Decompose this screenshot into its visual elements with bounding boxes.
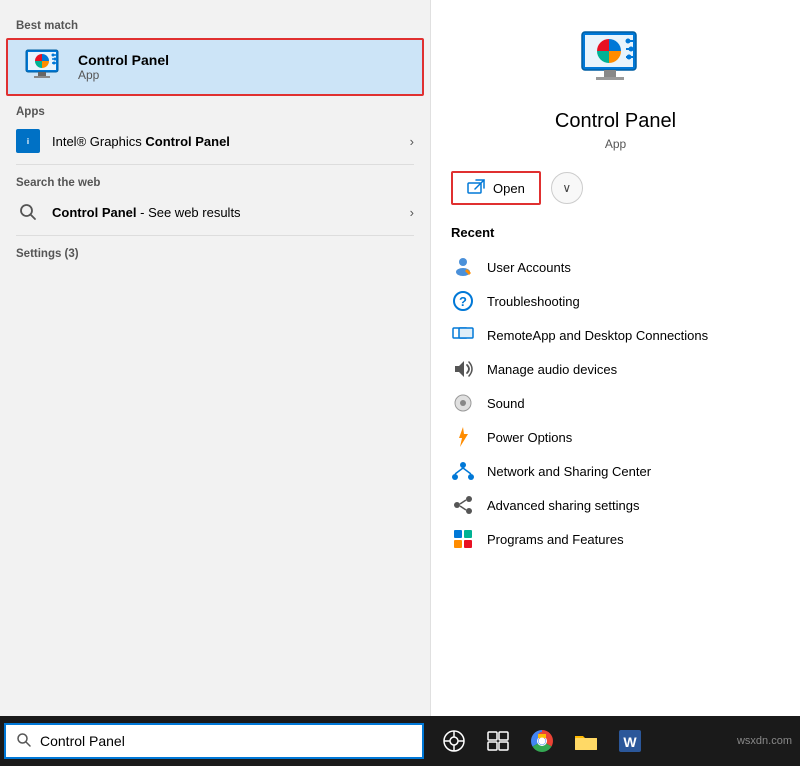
search-web-label: Search the web (0, 169, 430, 193)
recent-item-network[interactable]: Network and Sharing Center (451, 454, 780, 488)
recent-item-remoteapp[interactable]: RemoteApp and Desktop Connections (451, 318, 780, 352)
recent-item-sound-label: Sound (487, 396, 525, 411)
programs-icon (451, 527, 475, 551)
search-web-bold: Control Panel (52, 205, 137, 220)
recent-item-sound[interactable]: Sound (451, 386, 780, 420)
expand-button[interactable]: ∨ (551, 172, 583, 204)
open-button-container: Open ∨ (451, 171, 780, 205)
recent-item-troubleshooting[interactable]: ? Troubleshooting (451, 284, 780, 318)
best-match-title: Control Panel (78, 52, 169, 68)
search-icon (16, 200, 40, 224)
remoteapp-icon (451, 323, 475, 347)
taskbar-search-bar[interactable]: Control Panel (4, 723, 424, 759)
control-panel-icon-large (24, 48, 66, 86)
user-accounts-icon (451, 255, 475, 279)
file-explorer-button[interactable] (566, 721, 606, 761)
right-panel: Control Panel App Open ∨ Recent (430, 0, 800, 716)
recent-item-network-label: Network and Sharing Center (487, 464, 651, 479)
app-detail-icon (580, 30, 652, 94)
intel-app-item[interactable]: i Intel® Graphics Control Panel › (0, 122, 430, 160)
recent-item-advanced-sharing[interactable]: Advanced sharing settings (451, 488, 780, 522)
recent-item-advanced-sharing-label: Advanced sharing settings (487, 498, 639, 513)
snap-layout-button[interactable] (478, 721, 518, 761)
recent-items-list: User Accounts ? Troubleshooting (451, 250, 780, 556)
intel-arrow-icon: › (410, 134, 414, 149)
recent-item-programs-label: Programs and Features (487, 532, 624, 547)
recent-item-programs[interactable]: Programs and Features (451, 522, 780, 556)
task-view-button[interactable] (434, 721, 474, 761)
best-match-item[interactable]: Control Panel App (6, 38, 424, 96)
word-button[interactable]: W (610, 721, 650, 761)
best-match-label: Best match (0, 12, 430, 36)
svg-text:W: W (623, 734, 637, 750)
wsxdn-text: wsxdn.com (737, 735, 800, 747)
recent-item-user-accounts[interactable]: User Accounts (451, 250, 780, 284)
search-web-label-text: Control Panel - See web results (52, 205, 410, 220)
left-panel: Best match (0, 0, 430, 716)
divider-2 (16, 235, 414, 236)
network-icon (451, 459, 475, 483)
taskbar: Control Panel (0, 716, 800, 766)
recent-item-audio-label: Manage audio devices (487, 362, 617, 377)
advanced-sharing-icon (451, 493, 475, 517)
best-match-subtitle: App (78, 68, 169, 82)
recent-item-user-accounts-label: User Accounts (487, 260, 571, 275)
intel-icon: i (16, 129, 40, 153)
open-icon (467, 179, 485, 197)
sound-icon (451, 391, 475, 415)
app-detail-type: App (451, 137, 780, 151)
recent-item-audio[interactable]: Manage audio devices (451, 352, 780, 386)
svg-text:?: ? (459, 294, 467, 309)
open-label: Open (493, 181, 525, 196)
troubleshooting-icon: ? (451, 289, 475, 313)
search-web-arrow-icon: › (410, 205, 414, 220)
recent-label: Recent (451, 225, 780, 240)
taskbar-search-text: Control Panel (40, 733, 125, 749)
audio-icon (451, 357, 475, 381)
intel-app-label: Intel® Graphics Control Panel (52, 134, 410, 149)
app-detail-name: Control Panel (451, 110, 780, 133)
taskbar-search-icon (16, 732, 32, 751)
recent-item-power-label: Power Options (487, 430, 572, 445)
settings-label: Settings (3) (0, 240, 430, 264)
best-match-text: Control Panel App (78, 52, 169, 82)
recent-item-power[interactable]: Power Options (451, 420, 780, 454)
chrome-button[interactable] (522, 721, 562, 761)
taskbar-icons: W (434, 721, 650, 761)
open-button[interactable]: Open (451, 171, 541, 205)
search-web-item[interactable]: Control Panel - See web results › (0, 193, 430, 231)
expand-icon: ∨ (562, 181, 571, 195)
apps-label: Apps (0, 98, 430, 122)
search-web-suffix: - See web results (137, 205, 241, 220)
recent-item-remoteapp-label: RemoteApp and Desktop Connections (487, 328, 708, 343)
recent-item-troubleshooting-label: Troubleshooting (487, 294, 580, 309)
power-icon (451, 425, 475, 449)
divider-1 (16, 164, 414, 165)
